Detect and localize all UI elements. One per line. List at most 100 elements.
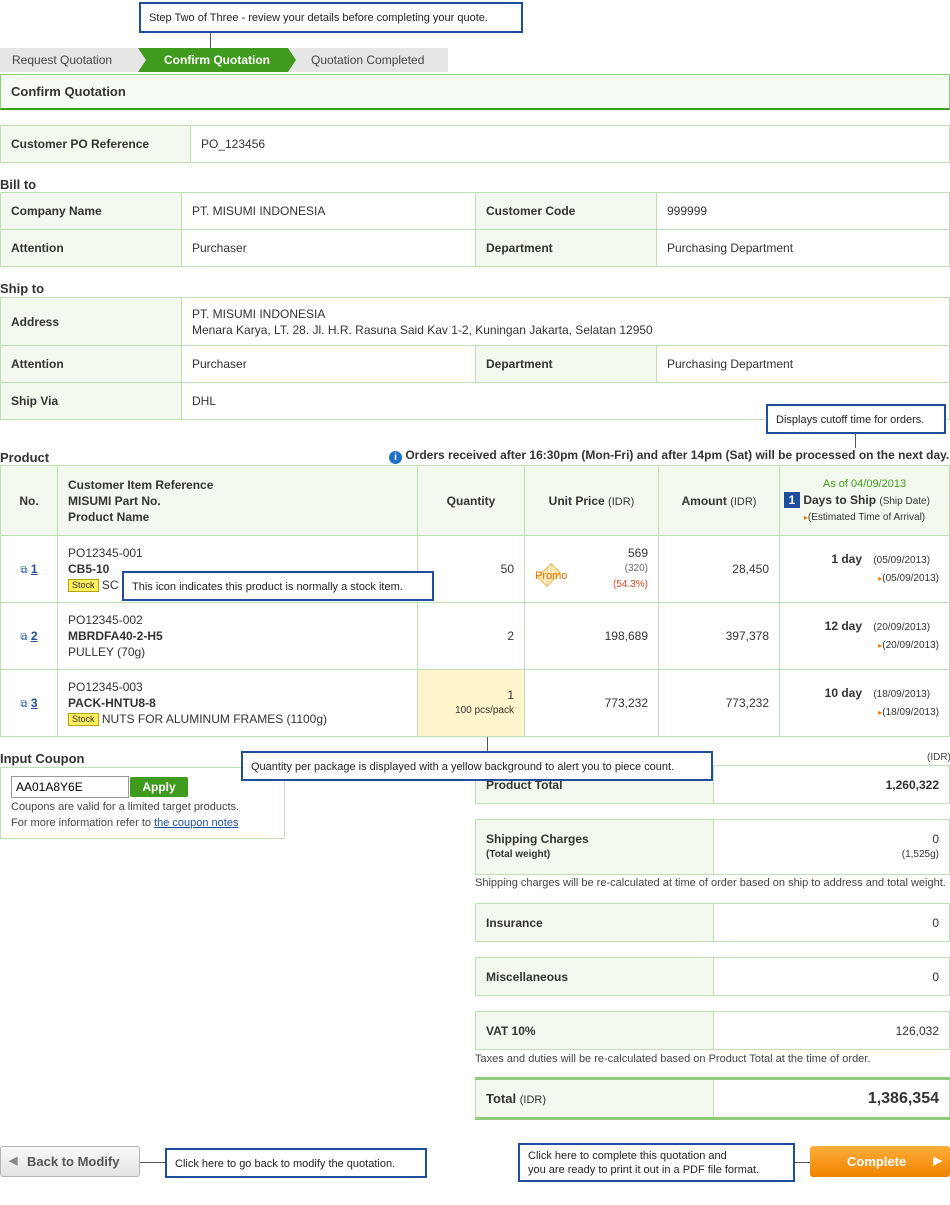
cutoff-callout: Displays cutoff time for orders. — [766, 404, 946, 434]
step-callout: Step Two of Three - review your details … — [139, 2, 523, 33]
days-to-ship: 1 day — [831, 552, 862, 566]
callout-connector — [855, 434, 856, 448]
ship-to-title: Ship to — [0, 281, 45, 296]
unit-price: 569 — [627, 546, 648, 560]
part-number: MBRDFA40-2-H5 — [68, 629, 163, 643]
days-to-ship-cell: 12 day (20/09/2013) ▸(20/09/2013) — [779, 602, 950, 670]
col-days-to-ship: As of 04/09/2013 1 Days to Ship (Ship Da… — [779, 465, 950, 536]
callout-connector — [140, 1162, 165, 1163]
row-number-link[interactable]: 3 — [31, 696, 38, 710]
quantity-callout: Quantity per package is displayed with a… — [241, 751, 713, 781]
promo-label: Promo — [535, 570, 568, 582]
company-label: Company Name — [0, 192, 182, 230]
col-reference: Customer Item Reference MISUMI Part No. … — [57, 465, 418, 536]
amount-cell: 397,378 — [658, 602, 780, 670]
total-label-cell: Total (IDR) — [475, 1078, 714, 1119]
cutoff-notice-text: Orders received after 16:30pm (Mon-Fri) … — [405, 448, 950, 462]
callout-connector — [487, 737, 488, 751]
item-reference: PO12345-002 — [68, 613, 143, 627]
back-to-modify-button[interactable]: ◀ Back to Modify — [0, 1146, 140, 1177]
stock-callout: This icon indicates this product is norm… — [122, 571, 434, 601]
col-ref-line1: Customer Item Reference — [68, 477, 214, 492]
step-request-quotation: Request Quotation — [12, 53, 113, 67]
info-icon: i — [389, 451, 402, 464]
callout-connector — [210, 33, 211, 48]
po-table: Customer PO Reference PO_123456 — [0, 125, 950, 163]
quantity-cell: 1 100 pcs/pack — [417, 669, 525, 737]
complete-callout-line1: Click here to complete this quotation an… — [528, 1150, 727, 1162]
amount-cell: 28,450 — [658, 535, 780, 603]
product-total-value: 1,260,322 — [713, 765, 950, 804]
ship-date: (20/09/2013) — [873, 622, 931, 633]
bill-to-table: Company Name PT. MISUMI INDONESIA Custom… — [0, 192, 950, 267]
forward-arrow-icon: ▶ — [933, 1155, 942, 1167]
popup-window-icon[interactable]: ⧉ — [20, 632, 27, 643]
popup-window-icon[interactable]: ⧉ — [20, 565, 27, 576]
product-row: ⧉ 3 PO12345-003 PACK-HNTU8-8 Stock NUTS … — [0, 669, 950, 737]
shipping-sub-label: (Total weight) — [486, 849, 551, 860]
po-label: Customer PO Reference — [0, 125, 191, 163]
complete-button[interactable]: Complete ▶ — [810, 1146, 950, 1177]
page-title: Confirm Quotation — [0, 74, 950, 110]
popup-window-icon[interactable]: ⧉ — [20, 699, 27, 710]
bill-to-title: Bill to — [0, 177, 37, 192]
days-to-ship-cell: 1 day (05/09/2013) ▸(05/09/2013) — [779, 535, 950, 603]
ship-department-label: Department — [475, 345, 657, 383]
apply-button[interactable]: Apply — [130, 777, 188, 797]
product-name: NUTS FOR ALUMINUM FRAMES (1100g) — [101, 712, 328, 726]
customer-code-label: Customer Code — [475, 192, 657, 230]
vat-label: VAT 10% — [475, 1011, 714, 1050]
col-amount-cur: (IDR) — [730, 495, 757, 508]
days-to-ship: 10 day — [824, 686, 862, 700]
unit-price-cell: 569 (320) (54.3%) Promo — [524, 535, 659, 603]
col-asof: As of 04/09/2013 — [822, 477, 907, 490]
misc-value: 0 — [713, 957, 950, 996]
shipping-value: 0 — [932, 832, 939, 846]
col-amount: Amount (IDR) — [658, 465, 780, 536]
coupon-notes-link[interactable]: the coupon notes — [154, 817, 238, 829]
col-ref-line3: Product Name — [68, 509, 150, 524]
tax-note: Taxes and duties will be re-calculated b… — [475, 1053, 871, 1065]
item-cell: PO12345-003 PACK-HNTU8-8 Stock NUTS FOR … — [57, 669, 418, 737]
quantity-value: 1 — [507, 688, 514, 702]
shipping-label-cell: Shipping Charges (Total weight) — [475, 819, 714, 875]
product-row: ⧉ 2 PO12345-002 MBRDFA40-2-H5 PULLEY (70… — [0, 602, 950, 670]
eta-date: (05/09/2013) — [882, 573, 939, 584]
col-unit-price: Unit Price (IDR) — [524, 465, 659, 536]
back-callout: Click here to go back to modify the quot… — [165, 1148, 427, 1178]
shipping-label: Shipping Charges — [486, 832, 589, 846]
stock-badge: Stock — [68, 579, 99, 593]
product-name: PULLEY (70g) — [68, 645, 146, 659]
unit-price-cell: 773,232 — [524, 669, 659, 737]
coupon-input[interactable] — [11, 776, 129, 798]
col-eta-label: (Estimated Time of Arrival) — [807, 511, 926, 523]
part-number: PACK-HNTU8-8 — [68, 696, 156, 710]
coupon-note-2: For more information refer to the coupon… — [11, 817, 238, 829]
total-table: Total (IDR) 1,386,354 — [475, 1077, 950, 1120]
row-number-link[interactable]: 1 — [31, 562, 38, 576]
product-table: No. Customer Item Reference MISUMI Part … — [0, 465, 950, 737]
insurance-table: Insurance 0 — [475, 903, 950, 942]
shipping-value-cell: 0 (1,525g) — [713, 819, 950, 875]
currency-label: (IDR) — [927, 752, 950, 763]
callout-connector — [795, 1162, 810, 1163]
col-unit-price-cur: (IDR) — [608, 495, 635, 508]
complete-button-label: Complete — [847, 1154, 907, 1169]
days-to-ship: 12 day — [824, 619, 862, 633]
cutoff-notice: i Orders received after 16:30pm (Mon-Fri… — [389, 448, 949, 464]
ship-date: (05/09/2013) — [873, 555, 931, 566]
complete-callout: Click here to complete this quotation an… — [518, 1143, 795, 1182]
step-quotation-completed: Quotation Completed — [311, 53, 425, 67]
item-reference: PO12345-001 — [68, 546, 143, 560]
shipping-table: Shipping Charges (Total weight) 0 (1,525… — [475, 819, 950, 875]
row-number-link[interactable]: 2 — [31, 629, 38, 643]
ship-via-label: Ship Via — [0, 382, 182, 420]
shipping-note: Shipping charges will be re-calculated a… — [475, 877, 946, 889]
po-value: PO_123456 — [190, 125, 950, 163]
marker-badge: 1 — [784, 491, 800, 508]
complete-callout-line2: you are ready to print it out in a PDF f… — [528, 1164, 760, 1176]
row-number-cell: ⧉ 2 — [0, 602, 58, 670]
col-quantity: Quantity — [417, 465, 525, 536]
product-name: SC — [101, 578, 119, 592]
step-progress-bar: Request Quotation Confirm Quotation Quot… — [0, 48, 448, 72]
